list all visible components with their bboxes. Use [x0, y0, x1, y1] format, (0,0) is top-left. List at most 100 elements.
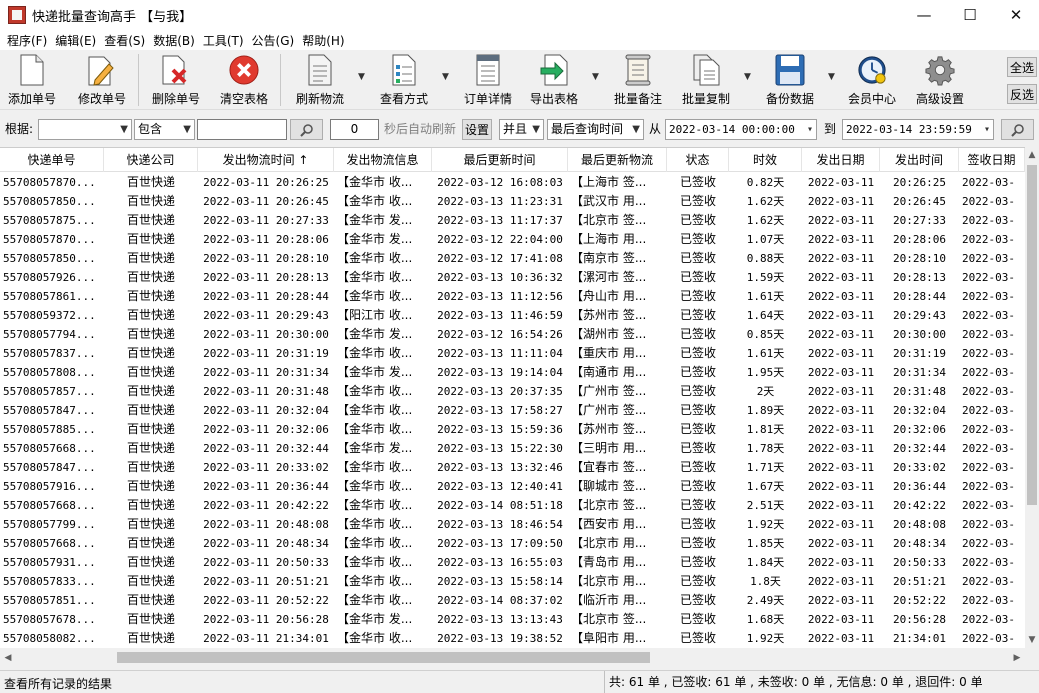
cell-last-update-time: 2022-03-13 10:36:32 [432, 268, 568, 287]
cell-ship-time: 2022-03-11 20:56:28 [198, 610, 334, 629]
scroll-down-icon[interactable]: ▼ [1025, 632, 1039, 648]
table-row[interactable]: 55708057850...百世快递2022-03-11 20:28:10【金华… [0, 249, 1025, 268]
menu-help[interactable]: 帮助(H) [299, 32, 347, 49]
table-row[interactable]: 55708057794...百世快递2022-03-11 20:30:00【金华… [0, 325, 1025, 344]
field-select[interactable]: ▼ [38, 119, 132, 140]
scroll-up-icon[interactable]: ▲ [1025, 147, 1039, 163]
match-select[interactable]: 包含▼ [134, 119, 195, 140]
cell-ship-date: 2022-03-11 [802, 268, 880, 287]
table-row[interactable]: 55708057851...百世快递2022-03-11 20:52:22【金华… [0, 591, 1025, 610]
export-dropdown-icon[interactable]: ▼ [592, 72, 599, 82]
column-header-ship-info[interactable]: 发出物流信息 [334, 148, 432, 172]
cell-last-update-info: 【广州市 签... [568, 401, 667, 420]
table-row[interactable]: 55708057808...百世快递2022-03-11 20:31:34【金华… [0, 363, 1025, 382]
menu-tools[interactable]: 工具(T) [200, 32, 247, 49]
cell-ship-info: 【金华市 收... [334, 458, 432, 477]
member-center-button[interactable]: 会员中心 [846, 54, 898, 108]
add-number-button[interactable]: 添加单号 [6, 54, 58, 108]
column-header-sign-date[interactable]: 签收日期 [959, 148, 1025, 172]
column-header-duration[interactable]: 时效 [729, 148, 802, 172]
cell-status: 已签收 [667, 230, 729, 249]
backup-dropdown-icon[interactable]: ▼ [828, 72, 835, 82]
date-search-button[interactable] [1001, 119, 1034, 140]
menu-announcement[interactable]: 公告(G) [249, 32, 298, 49]
settings-button[interactable]: 设置 [462, 119, 492, 140]
menu-view[interactable]: 查看(S) [101, 32, 148, 49]
vertical-scroll-thumb[interactable] [1027, 165, 1037, 505]
table-row[interactable]: 55708057926...百世快递2022-03-11 20:28:13【金华… [0, 268, 1025, 287]
from-date-picker[interactable]: 2022-03-14 00:00:00▾ [665, 119, 817, 140]
order-detail-button[interactable]: 订单详情 [462, 54, 514, 108]
view-mode-button[interactable]: 查看方式 [378, 54, 430, 108]
table-row[interactable]: 55708057799...百世快递2022-03-11 20:48:08【金华… [0, 515, 1025, 534]
cell-ship-date: 2022-03-11 [802, 458, 880, 477]
batch-copy-button[interactable]: 批量复制 [680, 54, 732, 108]
table-row[interactable]: 55708057833...百世快递2022-03-11 20:51:21【金华… [0, 572, 1025, 591]
table-row[interactable]: 55708057875...百世快递2022-03-11 20:27:33【金华… [0, 211, 1025, 230]
refresh-logistics-button[interactable]: 刷新物流 [294, 54, 346, 108]
menu-data[interactable]: 数据(B) [150, 32, 198, 49]
view-mode-dropdown-icon[interactable]: ▼ [442, 72, 449, 82]
clear-table-button[interactable]: 清空表格 [218, 54, 270, 108]
column-header-ship-date[interactable]: 发出日期 [802, 148, 880, 172]
column-header-courier[interactable]: 快递公司 [104, 148, 198, 172]
column-header-ship-time[interactable]: 发出物流时间 ↑ [198, 148, 334, 172]
batch-note-button[interactable]: 批量备注 [612, 54, 664, 108]
table-row[interactable]: 55708057668...百世快递2022-03-11 20:32:44【金华… [0, 439, 1025, 458]
table-row[interactable]: 55708057870...百世快递2022-03-11 20:28:06【金华… [0, 230, 1025, 249]
table-row[interactable]: 55708057870...百世快递2022-03-11 20:26:25【金华… [0, 173, 1025, 192]
table-row[interactable]: 55708057931...百世快递2022-03-11 20:50:33【金华… [0, 553, 1025, 572]
close-button[interactable]: ✕ [993, 0, 1039, 30]
cell-last-update-time: 2022-03-13 16:55:03 [432, 553, 568, 572]
vertical-scrollbar[interactable]: ▲ ▼ [1025, 147, 1039, 648]
column-header-tracking-number[interactable]: 快递单号 [0, 148, 104, 172]
refresh-dropdown-icon[interactable]: ▼ [358, 72, 365, 82]
delete-number-button[interactable]: 删除单号 [150, 54, 202, 108]
cell-tracking-number: 55708057833... [0, 572, 104, 591]
menu-program[interactable]: 程序(F) [4, 32, 50, 49]
logic-select[interactable]: 并且▼ [499, 119, 544, 140]
results-table[interactable]: 快递单号快递公司发出物流时间 ↑发出物流信息最后更新时间最后更新物流状态时效发出… [0, 147, 1025, 648]
table-row[interactable]: 55708059372...百世快递2022-03-11 20:29:43【阳江… [0, 306, 1025, 325]
horizontal-scroll-thumb[interactable] [117, 652, 650, 663]
menu-edit[interactable]: 编辑(E) [52, 32, 99, 49]
edit-number-button[interactable]: 修改单号 [76, 54, 128, 108]
to-date-picker[interactable]: 2022-03-14 23:59:59▾ [842, 119, 994, 140]
table-row[interactable]: 55708057857...百世快递2022-03-11 20:31:48【金华… [0, 382, 1025, 401]
horizontal-scrollbar[interactable]: ◀ ▶ [0, 649, 1025, 666]
maximize-button[interactable]: ☐ [947, 0, 993, 30]
table-row[interactable]: 55708057668...百世快递2022-03-11 20:42:22【金华… [0, 496, 1025, 515]
keyword-input[interactable] [197, 119, 287, 140]
window-title: 快递批量查询高手 【与我】 [32, 6, 192, 25]
scroll-left-icon[interactable]: ◀ [0, 649, 16, 666]
batch-copy-dropdown-icon[interactable]: ▼ [744, 72, 751, 82]
table-row[interactable]: 55708057916...百世快递2022-03-11 20:36:44【金华… [0, 477, 1025, 496]
search-button[interactable] [290, 119, 323, 140]
chevron-down-icon: ▼ [120, 120, 128, 139]
column-header-status[interactable]: 状态 [667, 148, 729, 172]
table-row[interactable]: 55708057847...百世快递2022-03-11 20:32:04【金华… [0, 401, 1025, 420]
table-row[interactable]: 55708057847...百世快递2022-03-11 20:33:02【金华… [0, 458, 1025, 477]
table-row[interactable]: 55708057668...百世快递2022-03-11 20:48:34【金华… [0, 534, 1025, 553]
column-header-last-update-time[interactable]: 最后更新时间 [432, 148, 568, 172]
cell-last-update-time: 2022-03-14 08:37:02 [432, 591, 568, 610]
export-table-button[interactable]: 导出表格 [528, 54, 580, 108]
table-row[interactable]: 55708057850...百世快递2022-03-11 20:26:45【金华… [0, 192, 1025, 211]
table-row[interactable]: 55708057861...百世快递2022-03-11 20:28:44【金华… [0, 287, 1025, 306]
table-row[interactable]: 55708057837...百世快递2022-03-11 20:31:19【金华… [0, 344, 1025, 363]
refresh-seconds-input[interactable]: 0 [330, 119, 379, 140]
cell-ship-info: 【金华市 发... [334, 610, 432, 629]
table-row[interactable]: 55708057885...百世快递2022-03-11 20:32:06【金华… [0, 420, 1025, 439]
cell-status: 已签收 [667, 515, 729, 534]
table-row[interactable]: 55708058082...百世快递2022-03-11 21:34:01【金华… [0, 629, 1025, 648]
time-field-select[interactable]: 最后查询时间▼ [547, 119, 644, 140]
column-header-ship-clock[interactable]: 发出时间 [880, 148, 959, 172]
minimize-button[interactable]: — [901, 0, 947, 30]
table-row[interactable]: 55708057678...百世快递2022-03-11 20:56:28【金华… [0, 610, 1025, 629]
backup-data-button[interactable]: 备份数据 [764, 54, 816, 108]
advanced-settings-button[interactable]: 高级设置 [912, 54, 968, 108]
scroll-right-icon[interactable]: ▶ [1009, 649, 1025, 666]
select-all-button[interactable]: 全选 [1007, 57, 1037, 77]
invert-selection-button[interactable]: 反选 [1007, 84, 1037, 104]
column-header-last-update-info[interactable]: 最后更新物流 [568, 148, 667, 172]
